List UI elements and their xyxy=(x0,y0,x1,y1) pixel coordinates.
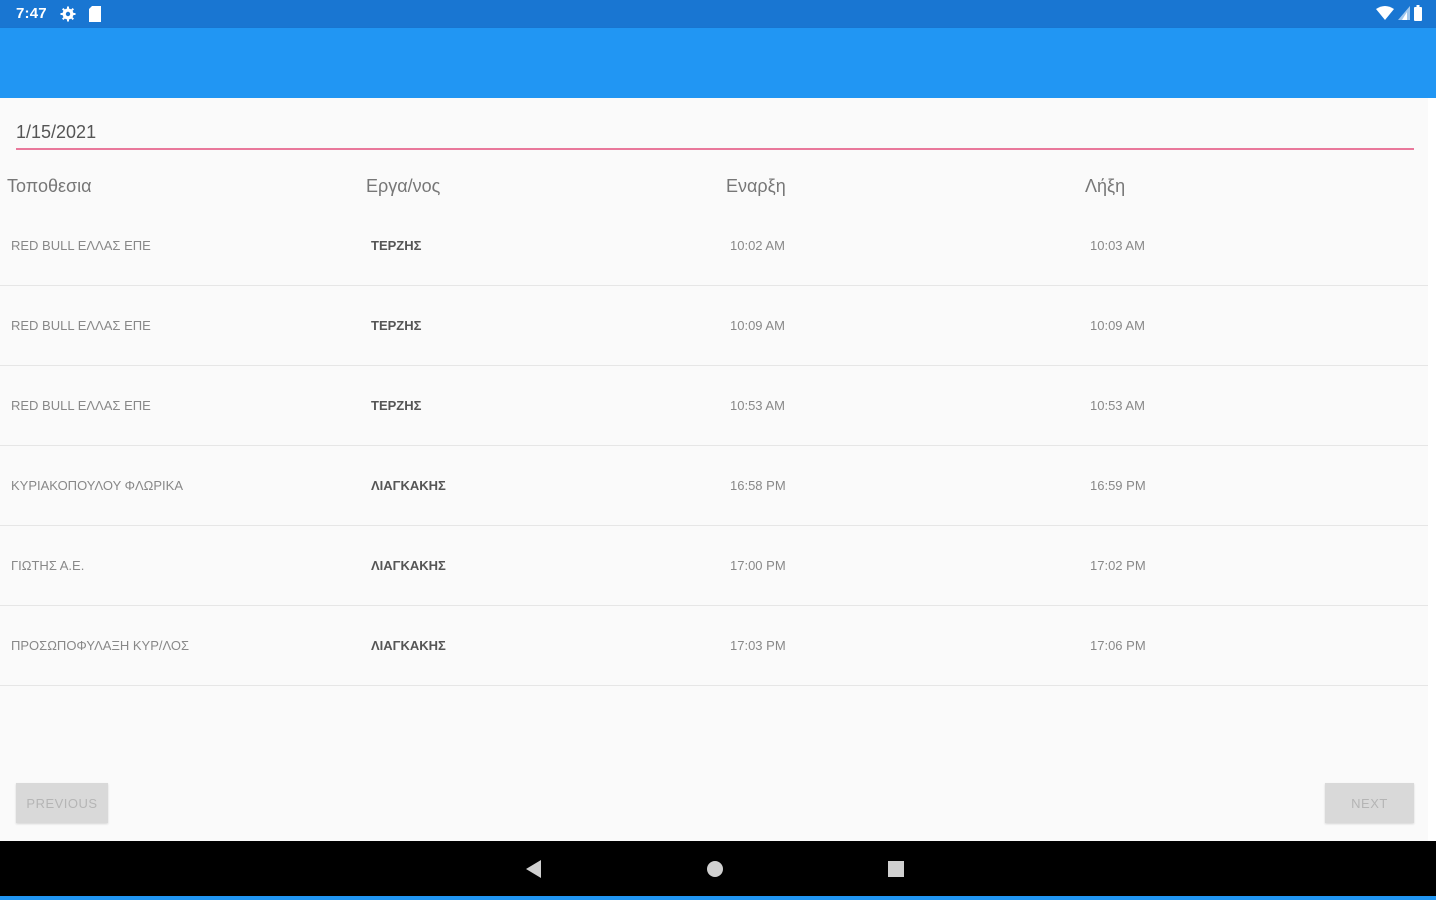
cell-worker: ΛΙΑΓΚΑΚΗΣ xyxy=(371,478,446,493)
cell-end: 10:03 AM xyxy=(1090,238,1145,253)
right-edge xyxy=(1428,98,1436,841)
cell-start: 10:53 AM xyxy=(730,398,785,413)
cell-start: 10:02 AM xyxy=(730,238,785,253)
table-row[interactable]: ΓΙΩΤΗΣ Α.Ε. ΛΙΑΓΚΑΚΗΣ 17:00 PM 17:02 PM xyxy=(0,526,1428,606)
app-bar xyxy=(0,28,1436,98)
next-button[interactable]: NEXT xyxy=(1325,783,1414,823)
main-content: Τοποθεσια Εργα/νος Εναρξη Λήξη RED BULL … xyxy=(0,98,1428,841)
cell-end: 17:06 PM xyxy=(1090,638,1146,653)
recents-icon[interactable] xyxy=(887,859,905,879)
cell-start: 10:09 AM xyxy=(730,318,785,333)
cell-start: 17:03 PM xyxy=(730,638,786,653)
table-row[interactable]: RED BULL ΕΛΛΑΣ ΕΠΕ ΤΕΡΖΗΣ 10:53 AM 10:53… xyxy=(0,366,1428,446)
table-row[interactable]: RED BULL ΕΛΛΑΣ ΕΠΕ ΤΕΡΖΗΣ 10:02 AM 10:03… xyxy=(0,206,1428,286)
signal-icon xyxy=(1398,6,1410,20)
cell-location: ΓΙΩΤΗΣ Α.Ε. xyxy=(11,558,85,573)
cell-location: ΠΡΟΣΩΠΟΦΥΛΑΞΗ ΚΥΡ/ΛΟΣ xyxy=(11,638,190,653)
cell-end: 16:59 PM xyxy=(1090,478,1146,493)
header-worker: Εργα/νος xyxy=(366,176,441,196)
table-row[interactable]: ΠΡΟΣΩΠΟΦΥΛΑΞΗ ΚΥΡ/ΛΟΣ ΛΙΑΓΚΑΚΗΣ 17:03 PM… xyxy=(0,606,1428,686)
cell-start: 17:00 PM xyxy=(730,558,786,573)
header-location: Τοποθεσια xyxy=(7,176,92,196)
cell-location: RED BULL ΕΛΛΑΣ ΕΠΕ xyxy=(11,398,151,413)
wifi-icon xyxy=(1376,6,1394,20)
cell-end: 10:53 AM xyxy=(1090,398,1145,413)
status-right-icons xyxy=(1376,5,1422,21)
cell-location: ΚΥΡΙΑΚΟΠΟΥΛΟΥ ΦΛΩΡΙΚΑ xyxy=(11,478,184,493)
table-row[interactable]: RED BULL ΕΛΛΑΣ ΕΠΕ ΤΕΡΖΗΣ 10:09 AM 10:09… xyxy=(0,286,1428,366)
status-time: 7:47 xyxy=(16,5,47,22)
cell-start: 16:58 PM xyxy=(730,478,786,493)
table-header: Τοποθεσια Εργα/νος Εναρξη Λήξη xyxy=(0,176,1428,206)
previous-button[interactable]: PREVIOUS xyxy=(16,783,108,823)
header-start: Εναρξη xyxy=(726,176,786,196)
status-bar: 7:47 xyxy=(0,0,1436,28)
sd-card-icon xyxy=(89,6,101,22)
navigation-bar xyxy=(0,841,1436,900)
cell-worker: ΛΙΑΓΚΑΚΗΣ xyxy=(371,558,446,573)
battery-icon xyxy=(1414,5,1422,21)
cell-worker: ΤΕΡΖΗΣ xyxy=(371,318,422,333)
cell-worker: ΛΙΑΓΚΑΚΗΣ xyxy=(371,638,446,653)
table-row[interactable]: ΚΥΡΙΑΚΟΠΟΥΛΟΥ ΦΛΩΡΙΚΑ ΛΙΑΓΚΑΚΗΣ 16:58 PM… xyxy=(0,446,1428,526)
table-body: RED BULL ΕΛΛΑΣ ΕΠΕ ΤΕΡΖΗΣ 10:02 AM 10:03… xyxy=(0,206,1428,686)
cell-location: RED BULL ΕΛΛΑΣ ΕΠΕ xyxy=(11,238,151,253)
header-end: Λήξη xyxy=(1085,176,1126,196)
date-field[interactable] xyxy=(16,116,1414,150)
cell-end: 17:02 PM xyxy=(1090,558,1146,573)
home-icon[interactable] xyxy=(705,859,725,879)
cell-worker: ΤΕΡΖΗΣ xyxy=(371,398,422,413)
cell-worker: ΤΕΡΖΗΣ xyxy=(371,238,422,253)
nav-bottom-line xyxy=(0,896,1436,900)
cell-location: RED BULL ΕΛΛΑΣ ΕΠΕ xyxy=(11,318,151,333)
back-icon[interactable] xyxy=(524,859,542,879)
cell-end: 10:09 AM xyxy=(1090,318,1145,333)
gear-icon xyxy=(60,6,76,22)
